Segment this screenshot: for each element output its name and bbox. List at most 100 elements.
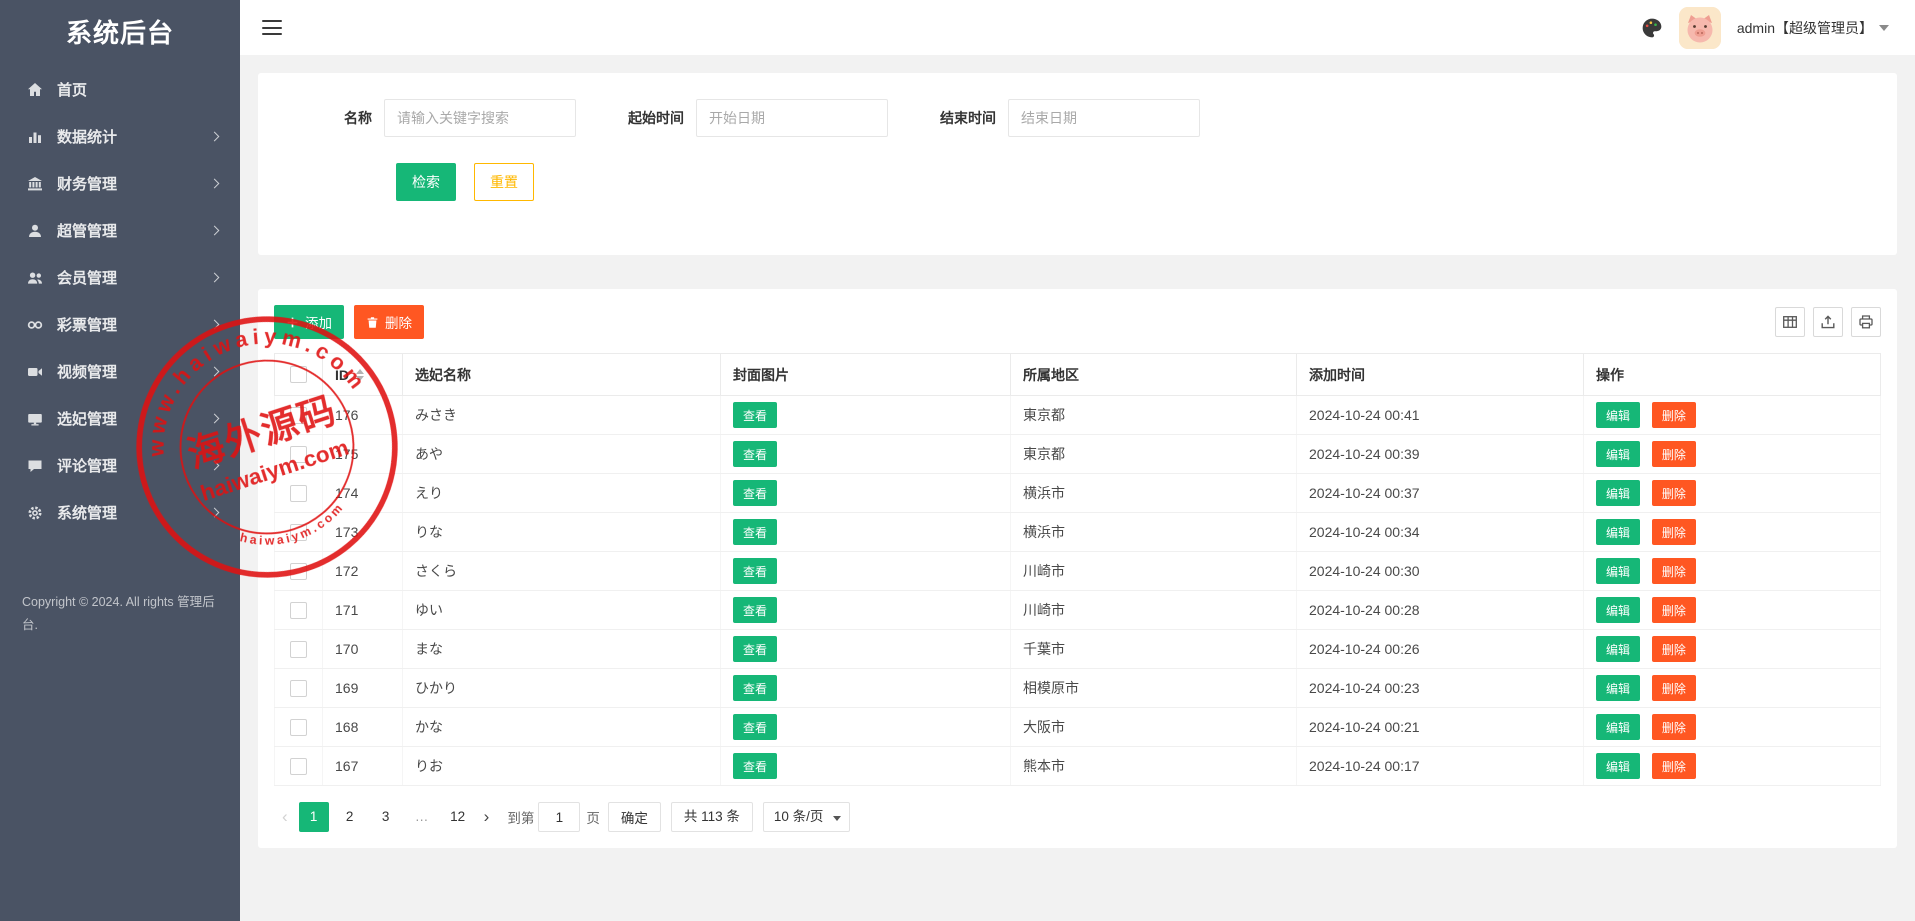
edit-button[interactable]: 编辑: [1596, 597, 1640, 623]
table-row: 172 さくら 查看 川崎市 2024-10-24 00:30 编辑 删除: [275, 552, 1881, 591]
goto-page-input[interactable]: [538, 802, 580, 832]
avatar-pig[interactable]: [1679, 7, 1721, 49]
start-date-input[interactable]: [696, 99, 888, 137]
page-number[interactable]: 12: [443, 802, 473, 832]
edit-button[interactable]: 编辑: [1596, 714, 1640, 740]
delete-button[interactable]: 删除: [1652, 597, 1696, 623]
sidebar-item-8[interactable]: 选妃管理: [0, 395, 240, 442]
row-checkbox[interactable]: [290, 485, 307, 502]
end-date-input[interactable]: [1008, 99, 1200, 137]
view-cover-button[interactable]: 查看: [733, 675, 777, 701]
row-checkbox[interactable]: [290, 446, 307, 463]
edit-button[interactable]: 编辑: [1596, 441, 1640, 467]
col-cover: 封面图片: [721, 354, 1011, 396]
page-number[interactable]: 3: [371, 802, 401, 832]
page-size-select[interactable]: 10 条/页: [763, 802, 851, 832]
sidebar: 系统后台 首页 数据统计 财务管理 超管管理 会员管理 彩票管理 视频管理 选妃…: [0, 0, 240, 921]
bank-icon: [26, 176, 44, 192]
chevron-right-icon: [210, 508, 220, 518]
edit-button[interactable]: 编辑: [1596, 636, 1640, 662]
film-icon: [26, 411, 44, 427]
delete-button[interactable]: 删除: [1652, 480, 1696, 506]
cell-time: 2024-10-24 00:17: [1297, 747, 1584, 786]
cell-id: 172: [323, 552, 403, 591]
edit-button[interactable]: 编辑: [1596, 480, 1640, 506]
cell-name: ひかり: [403, 669, 721, 708]
sidebar-item-9[interactable]: 评论管理: [0, 442, 240, 489]
delete-button[interactable]: 删除: [1652, 753, 1696, 779]
view-cover-button[interactable]: 查看: [733, 753, 777, 779]
sidebar-item-7[interactable]: 视频管理: [0, 348, 240, 395]
cell-time: 2024-10-24 00:39: [1297, 435, 1584, 474]
menu-toggle-icon[interactable]: [262, 20, 282, 35]
print-icon[interactable]: [1851, 307, 1881, 337]
view-cover-button[interactable]: 查看: [733, 597, 777, 623]
view-cover-button[interactable]: 查看: [733, 441, 777, 467]
sort-icon[interactable]: [356, 369, 364, 381]
cell-id: 173: [323, 513, 403, 552]
delete-button[interactable]: 删除: [1652, 558, 1696, 584]
search-panel: 名称 起始时间 结束时间 检索 重置: [258, 73, 1897, 255]
row-checkbox[interactable]: [290, 407, 307, 424]
delete-button[interactable]: 删除: [1652, 402, 1696, 428]
sidebar-item-3[interactable]: 财务管理: [0, 160, 240, 207]
table-body: 176 みさき 查看 東京都 2024-10-24 00:41 编辑 删除 17…: [275, 396, 1881, 786]
edit-button[interactable]: 编辑: [1596, 753, 1640, 779]
delete-button[interactable]: 删除: [1652, 519, 1696, 545]
cell-time: 2024-10-24 00:21: [1297, 708, 1584, 747]
row-checkbox[interactable]: [290, 602, 307, 619]
select-all-checkbox[interactable]: [290, 366, 307, 383]
edit-button[interactable]: 编辑: [1596, 675, 1640, 701]
delete-button[interactable]: 删除: [1652, 441, 1696, 467]
keyword-input[interactable]: [384, 99, 576, 137]
view-cover-button[interactable]: 查看: [733, 480, 777, 506]
goto-confirm-button[interactable]: 确定: [608, 802, 661, 832]
search-button[interactable]: 检索: [396, 163, 456, 201]
row-checkbox[interactable]: [290, 719, 307, 736]
chevron-right-icon: [210, 320, 220, 330]
view-cover-button[interactable]: 查看: [733, 636, 777, 662]
row-checkbox[interactable]: [290, 680, 307, 697]
sidebar-item-10[interactable]: 系统管理: [0, 489, 240, 536]
next-page-icon[interactable]: ›: [476, 802, 498, 832]
sidebar-item-5[interactable]: 会员管理: [0, 254, 240, 301]
export-icon[interactable]: [1813, 307, 1843, 337]
edit-button[interactable]: 编辑: [1596, 402, 1640, 428]
copyright-text: Copyright © 2024. All rights 管理后台.: [0, 591, 240, 636]
delete-button[interactable]: 删除: [1652, 714, 1696, 740]
theme-icon[interactable]: [1641, 17, 1663, 39]
batch-delete-button[interactable]: 删除: [354, 305, 424, 339]
prev-page-icon[interactable]: ‹: [274, 802, 296, 832]
page-number[interactable]: 2: [335, 802, 365, 832]
row-checkbox[interactable]: [290, 524, 307, 541]
users-icon: [26, 270, 44, 286]
cell-region: 東京都: [1011, 435, 1297, 474]
table-row: 168 かな 查看 大阪市 2024-10-24 00:21 编辑 删除: [275, 708, 1881, 747]
reset-button[interactable]: 重置: [474, 163, 534, 201]
edit-button[interactable]: 编辑: [1596, 558, 1640, 584]
view-cover-button[interactable]: 查看: [733, 519, 777, 545]
add-button[interactable]: 添加: [274, 305, 344, 339]
view-cover-button[interactable]: 查看: [733, 402, 777, 428]
plus-icon: [286, 316, 299, 329]
sidebar-item-6[interactable]: 彩票管理: [0, 301, 240, 348]
filter-columns-icon[interactable]: [1775, 307, 1805, 337]
col-actions: 操作: [1584, 354, 1881, 396]
topbar: admin【超级管理员】: [240, 0, 1915, 55]
edit-button[interactable]: 编辑: [1596, 519, 1640, 545]
sidebar-item-2[interactable]: 数据统计: [0, 113, 240, 160]
row-checkbox[interactable]: [290, 563, 307, 580]
delete-button[interactable]: 删除: [1652, 675, 1696, 701]
user-menu[interactable]: admin【超级管理员】: [1737, 18, 1889, 38]
view-cover-button[interactable]: 查看: [733, 558, 777, 584]
page-number[interactable]: 1: [299, 802, 329, 832]
chevron-right-icon: [210, 461, 220, 471]
delete-button[interactable]: 删除: [1652, 636, 1696, 662]
cell-time: 2024-10-24 00:37: [1297, 474, 1584, 513]
row-checkbox[interactable]: [290, 758, 307, 775]
sidebar-item-4[interactable]: 超管管理: [0, 207, 240, 254]
view-cover-button[interactable]: 查看: [733, 714, 777, 740]
cell-time: 2024-10-24 00:30: [1297, 552, 1584, 591]
sidebar-item-1[interactable]: 首页: [0, 66, 240, 113]
row-checkbox[interactable]: [290, 641, 307, 658]
